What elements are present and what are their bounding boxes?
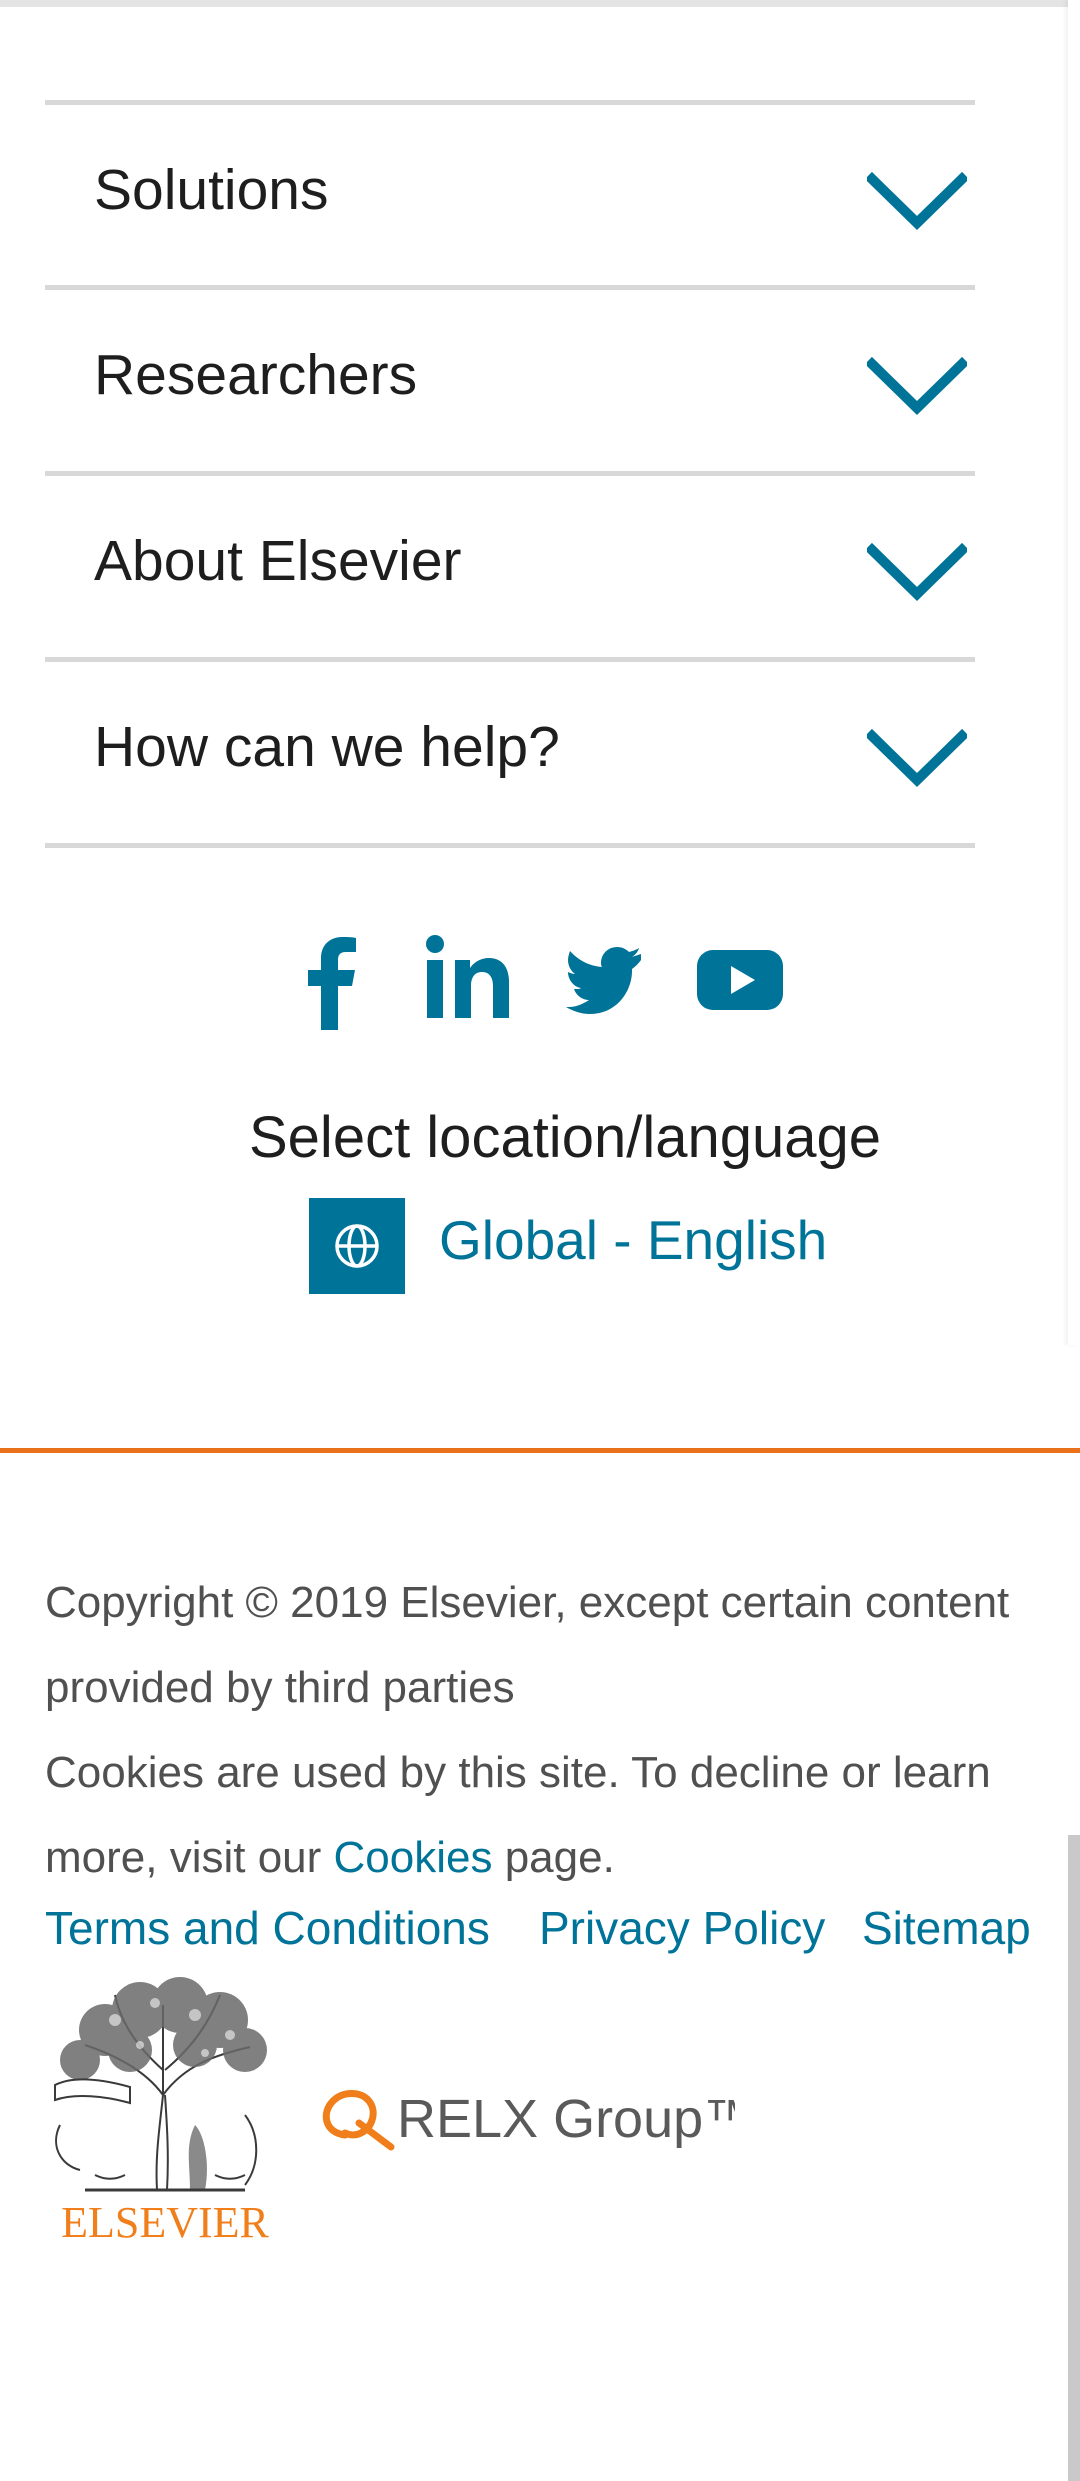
accordion-divider: [45, 843, 975, 848]
terms-link[interactable]: Terms and Conditions: [45, 1888, 490, 1968]
accordion-label-solutions: Solutions: [94, 158, 329, 222]
copyright-line-1: Copyright © 2019 Elsevier, except certai…: [45, 1578, 1010, 1627]
relx-wordmark: RELX Group™: [397, 2089, 735, 2149]
youtube-icon[interactable]: [695, 930, 785, 1030]
linkedin-icon[interactable]: [425, 930, 510, 1030]
cookies-line-1: Cookies are used by this site. To declin…: [45, 1748, 991, 1797]
cookies-suffix: page.: [492, 1833, 615, 1882]
accordion-about-elsevier[interactable]: About Elsevier: [45, 471, 975, 655]
sitemap-link[interactable]: Sitemap: [862, 1888, 1031, 1968]
location-title: Select location/language: [248, 1105, 882, 1170]
cookies-link[interactable]: Cookies: [334, 1833, 493, 1882]
top-shadow: [0, 0, 1080, 7]
scrollbar[interactable]: [1068, 1835, 1080, 2481]
copyright-line-2: provided by third parties: [45, 1663, 515, 1712]
elsevier-logo[interactable]: ELSEVIER: [45, 1975, 285, 2245]
chevron-down-icon[interactable]: [867, 356, 967, 420]
accordion-label-about: About Elsevier: [94, 529, 462, 593]
accordion-help[interactable]: How can we help?: [45, 657, 975, 841]
chevron-down-icon[interactable]: [867, 728, 967, 792]
privacy-link[interactable]: Privacy Policy: [539, 1888, 825, 1968]
accordion-label-researchers: Researchers: [94, 343, 418, 407]
accordion-label-help: How can we help?: [94, 715, 560, 779]
cookies-prefix: more, visit our: [45, 1833, 334, 1882]
accordion-solutions[interactable]: Solutions: [45, 100, 975, 284]
language-link[interactable]: Global - English: [439, 1204, 827, 1276]
facebook-icon[interactable]: [300, 930, 360, 1030]
chevron-down-icon[interactable]: [867, 542, 967, 606]
elsevier-wordmark: ELSEVIER: [61, 2198, 269, 2245]
accordion-researchers[interactable]: Researchers: [45, 285, 975, 469]
footer-divider: [0, 1448, 1080, 1453]
globe-icon: [335, 1224, 379, 1268]
language-button[interactable]: [309, 1198, 405, 1294]
relx-logo[interactable]: RELX Group™: [315, 2075, 735, 2155]
chevron-down-icon[interactable]: [867, 171, 967, 235]
twitter-icon[interactable]: [565, 930, 643, 1030]
footer-legal-text: Copyright © 2019 Elsevier, except certai…: [45, 1560, 1045, 1900]
